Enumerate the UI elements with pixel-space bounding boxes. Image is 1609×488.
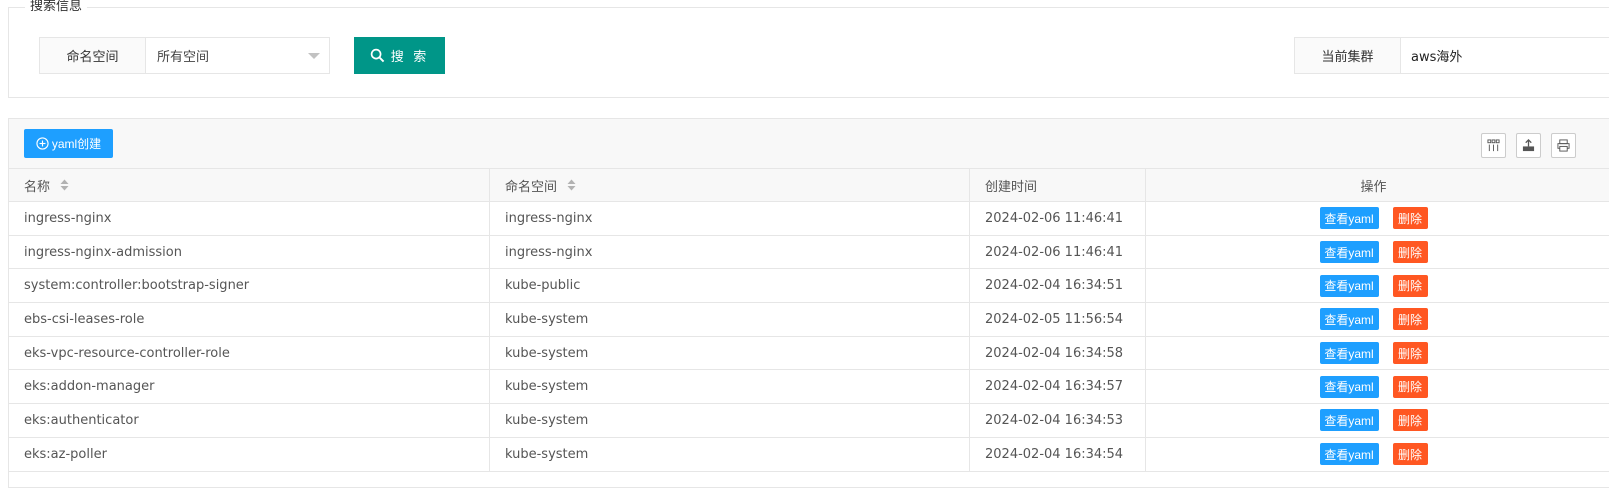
cell-created: 2024-02-04 16:34:57	[970, 370, 1146, 404]
delete-button[interactable]: 删除	[1392, 241, 1428, 264]
delete-button[interactable]: 删除	[1392, 409, 1428, 432]
column-header-label: 创建时间	[985, 179, 1038, 195]
cluster-label: 当前集群	[1294, 37, 1401, 74]
yaml-create-button[interactable]: yaml创建	[24, 129, 113, 158]
column-header-name[interactable]: 名称	[9, 169, 490, 201]
print-button[interactable]	[1551, 133, 1576, 158]
table-row: ingress-nginx-admission ingress-nginx 20…	[9, 235, 1609, 270]
cell-created: 2024-02-05 11:56:54	[970, 303, 1146, 336]
delete-button[interactable]: 删除	[1392, 342, 1428, 365]
delete-button[interactable]: 删除	[1392, 207, 1428, 230]
namespace-label: 命名空间	[39, 37, 146, 74]
sort-icon[interactable]	[60, 179, 69, 191]
table-row: eks:addon-manager kube-system 2024-02-04…	[9, 370, 1609, 405]
cell-name: eks:az-poller	[9, 437, 490, 471]
column-header-label: 名称	[24, 179, 51, 195]
cell-namespace: kube-public	[490, 269, 970, 303]
view-yaml-button[interactable]: 查看yaml	[1319, 241, 1379, 264]
table-toolbar: yaml创建	[9, 119, 1609, 169]
cell-namespace: kube-system	[490, 336, 970, 370]
cell-name: eks:addon-manager	[9, 370, 490, 404]
print-icon	[1557, 139, 1570, 152]
delete-button[interactable]: 删除	[1392, 308, 1428, 331]
cluster-select-value: aws海外	[1411, 50, 1463, 65]
search-icon	[370, 48, 384, 63]
columns-filter-button[interactable]	[1481, 133, 1506, 158]
search-button-label: 搜 索	[390, 49, 430, 64]
export-icon	[1522, 139, 1535, 152]
cell-created: 2024-02-06 11:46:41	[970, 235, 1146, 269]
search-button[interactable]: 搜 索	[354, 37, 445, 74]
cell-namespace: kube-system	[490, 370, 970, 404]
cell-created: 2024-02-04 16:34:51	[970, 269, 1146, 303]
delete-button[interactable]: 删除	[1392, 443, 1428, 466]
view-yaml-button[interactable]: 查看yaml	[1319, 342, 1379, 365]
cluster-select[interactable]: aws海外	[1400, 37, 1609, 74]
column-header-actions: 操作	[1146, 169, 1609, 201]
cell-namespace: kube-system	[490, 404, 970, 437]
table-row: eks:authenticator kube-system 2024-02-04…	[9, 404, 1609, 438]
sort-icon[interactable]	[567, 179, 576, 191]
cell-name: ingress-nginx-admission	[9, 235, 490, 269]
view-yaml-button[interactable]: 查看yaml	[1319, 409, 1379, 432]
add-circle-icon	[36, 137, 49, 150]
search-panel: 搜索信息 命名空间 所有空间 搜 索 当前集群 aws海外	[8, 0, 1609, 98]
table-header: 名称 命名空间 创建时间 操作	[9, 169, 1609, 202]
search-legend: 搜索信息	[25, 0, 88, 15]
column-header-namespace[interactable]: 命名空间	[490, 169, 970, 201]
view-yaml-button[interactable]: 查看yaml	[1319, 375, 1379, 398]
cell-created: 2024-02-04 16:34:54	[970, 437, 1146, 471]
namespace-select-value: 所有空间	[157, 50, 210, 65]
column-header-label: 命名空间	[505, 179, 558, 195]
table-row: eks-vpc-resource-controller-role kube-sy…	[9, 336, 1609, 371]
cell-name: ebs-csi-leases-role	[9, 303, 490, 336]
delete-button[interactable]: 删除	[1392, 375, 1428, 398]
cell-namespace: kube-system	[490, 437, 970, 471]
namespace-select[interactable]: 所有空间	[145, 37, 330, 74]
cell-created: 2024-02-06 11:46:41	[970, 202, 1146, 235]
view-yaml-button[interactable]: 查看yaml	[1319, 274, 1379, 297]
columns-icon	[1487, 139, 1500, 152]
cell-actions: 查看yaml 删除	[1146, 269, 1609, 302]
cell-namespace: kube-system	[490, 303, 970, 336]
column-header-created: 创建时间	[970, 169, 1146, 201]
table-row: ingress-nginx ingress-nginx 2024-02-06 1…	[9, 202, 1609, 236]
yaml-create-label: yaml创建	[51, 137, 102, 151]
cell-name: eks-vpc-resource-controller-role	[9, 336, 490, 370]
delete-button[interactable]: 删除	[1392, 274, 1428, 297]
table-row: eks:az-poller kube-system 2024-02-04 16:…	[9, 437, 1609, 472]
cell-actions: 查看yaml 删除	[1146, 202, 1609, 235]
cell-namespace: ingress-nginx	[490, 202, 970, 235]
table-row: system:controller:bootstrap-signer kube-…	[9, 269, 1609, 304]
chevron-down-icon	[308, 53, 320, 59]
table-body: ingress-nginx ingress-nginx 2024-02-06 1…	[9, 202, 1609, 472]
column-header-label: 操作	[1360, 179, 1387, 195]
view-yaml-button[interactable]: 查看yaml	[1319, 308, 1379, 331]
cell-name: system:controller:bootstrap-signer	[9, 269, 490, 303]
export-button[interactable]	[1516, 133, 1541, 158]
view-yaml-button[interactable]: 查看yaml	[1319, 443, 1379, 466]
table-panel: yaml创建 名称 命名空间 创建时间 操作 ingress-nginx ing…	[8, 118, 1609, 488]
cell-actions: 查看yaml 删除	[1146, 337, 1609, 370]
table-row: ebs-csi-leases-role kube-system 2024-02-…	[9, 303, 1609, 337]
cell-actions: 查看yaml 删除	[1146, 404, 1609, 437]
cell-actions: 查看yaml 删除	[1146, 303, 1609, 336]
cell-actions: 查看yaml 删除	[1146, 236, 1609, 269]
view-yaml-button[interactable]: 查看yaml	[1319, 207, 1379, 230]
cell-created: 2024-02-04 16:34:53	[970, 404, 1146, 437]
cell-actions: 查看yaml 删除	[1146, 438, 1609, 471]
cell-name: eks:authenticator	[9, 404, 490, 437]
cell-name: ingress-nginx	[9, 202, 490, 235]
cell-created: 2024-02-04 16:34:58	[970, 336, 1146, 370]
cell-actions: 查看yaml 删除	[1146, 370, 1609, 403]
cell-namespace: ingress-nginx	[490, 235, 970, 269]
